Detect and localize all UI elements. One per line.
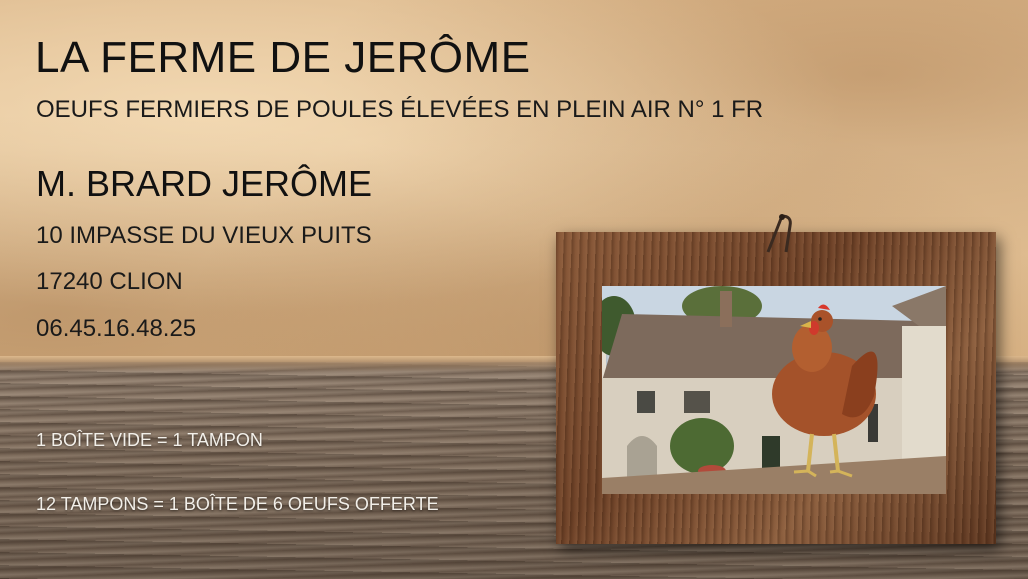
promo-reward-rule: 12 TAMPONS = 1 BOÎTE DE 6 OEUFS OFFERTE — [36, 494, 439, 514]
promo-stamp-rule: 1 BOÎTE VIDE = 1 TAMPON — [36, 430, 263, 450]
photo-window-2 — [684, 391, 710, 413]
photo-arch — [627, 436, 657, 478]
business-card: LA FERME DE JERÔME OEUFS FERMIERS DE POU… — [0, 0, 1028, 579]
photo-side-wall — [902, 326, 946, 476]
photo-door — [762, 436, 780, 472]
farmhouse-hen-photo — [602, 286, 946, 494]
farm-subtitle: OEUFS FERMIERS DE POULES ÉLEVÉES EN PLEI… — [36, 96, 764, 123]
photo-chimney — [720, 291, 732, 327]
frame-hook-icon — [766, 214, 792, 253]
owner-name: M. BRARD JERÔME — [36, 163, 373, 204]
city-line: 17240 CLION — [36, 268, 183, 295]
address-line: 10 IMPASSE DU VIEUX PUITS — [36, 222, 372, 249]
farm-title: LA FERME DE JERÔME — [35, 33, 531, 82]
photo-illustration — [602, 286, 946, 494]
photo-roof — [602, 314, 946, 381]
photo-shrub — [670, 418, 734, 474]
photo-window-1 — [637, 391, 655, 413]
phone-number: 06.45.16.48.25 — [36, 315, 197, 342]
